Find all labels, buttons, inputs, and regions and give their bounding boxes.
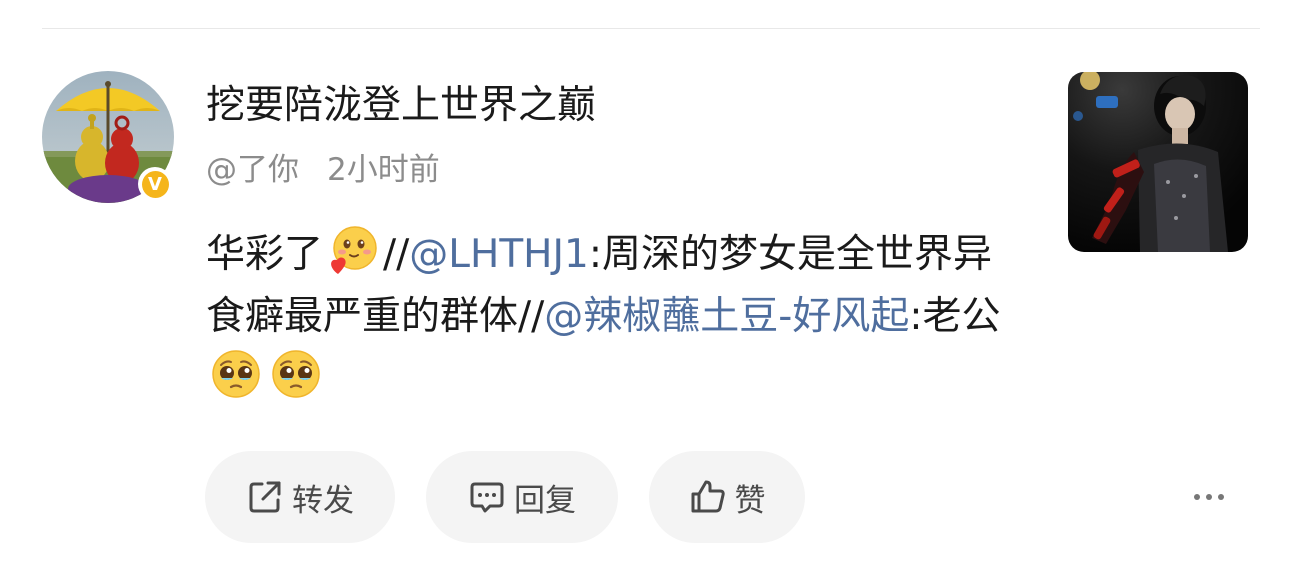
repost-label: 转发 — [292, 482, 354, 519]
mention-link[interactable]: @LHTHJ1 — [409, 232, 589, 277]
like-button[interactable]: 赞 — [649, 451, 805, 543]
content-text: :老公 — [909, 294, 1001, 339]
reply-to-user[interactable]: @了你 — [206, 152, 299, 188]
reply-button[interactable]: 回复 — [426, 451, 618, 543]
comment-bubble-icon — [468, 478, 506, 516]
more-options-button[interactable] — [1186, 478, 1232, 516]
avatar-container[interactable]: V — [42, 71, 174, 203]
performer-photo-icon — [1068, 72, 1248, 252]
action-bar: 转发 回复 赞 — [205, 451, 805, 543]
pleading-face-emoji-icon — [210, 348, 262, 400]
comment-meta: @了你 2小时前 — [206, 148, 440, 192]
repost-separator: // — [518, 294, 545, 339]
author-name[interactable]: 挖要陪泷登上世界之巅 — [206, 78, 596, 134]
share-external-icon — [246, 478, 284, 516]
like-label: 赞 — [734, 482, 766, 519]
pleading-face-emoji-icon — [270, 348, 322, 400]
more-dot — [1218, 494, 1224, 500]
top-divider — [42, 28, 1260, 29]
verified-v-icon: V — [141, 170, 169, 198]
content-text: 华彩了 — [206, 232, 324, 277]
repost-separator: // — [383, 232, 410, 277]
more-dots-icon — [1194, 494, 1200, 500]
comment-content: 华彩了 //@LHTHJ1:周深的梦女是全世界异食癖最严重的群体//@辣椒蘸土豆… — [206, 224, 1026, 410]
reply-label: 回复 — [514, 482, 576, 519]
more-dot — [1206, 494, 1212, 500]
thumbs-up-icon — [689, 478, 727, 516]
post-thumbnail[interactable] — [1068, 72, 1248, 252]
mention-link[interactable]: @辣椒蘸土豆-好风起 — [544, 294, 909, 339]
timestamp: 2小时前 — [327, 152, 440, 188]
repost-button[interactable]: 转发 — [205, 451, 395, 543]
blushing-heart-emoji-icon — [327, 224, 379, 276]
verified-badge: V — [138, 167, 172, 201]
